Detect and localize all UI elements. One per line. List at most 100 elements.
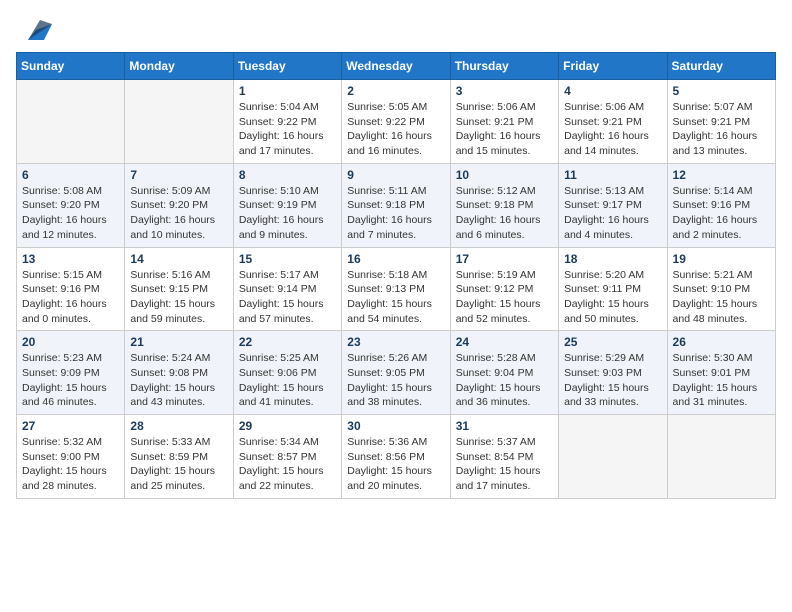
day-number: 11	[564, 168, 661, 182]
day-info: Sunrise: 5:33 AM Sunset: 8:59 PM Dayligh…	[130, 435, 227, 494]
calendar-cell: 13Sunrise: 5:15 AM Sunset: 9:16 PM Dayli…	[17, 247, 125, 331]
calendar-cell: 5Sunrise: 5:07 AM Sunset: 9:21 PM Daylig…	[667, 80, 775, 164]
day-number: 2	[347, 84, 444, 98]
day-number: 6	[22, 168, 119, 182]
day-number: 21	[130, 335, 227, 349]
day-number: 20	[22, 335, 119, 349]
calendar-cell: 15 Sunrise: 5:17 AM Sunset: 9:14 PM Dayli…	[233, 247, 341, 331]
calendar-cell: 14 Sunrise: 5:16 AM Sunset: 9:15 PM Dayli…	[125, 247, 233, 331]
day-number: 13	[22, 252, 119, 266]
calendar-cell: 7 Sunrise: 5:09 AM Sunset: 9:20 PM Daylig…	[125, 163, 233, 247]
day-info: Sunrise: 5:09 AM Sunset: 9:20 PM Dayligh…	[130, 184, 227, 243]
day-number: 15	[239, 252, 336, 266]
calendar-cell: 24 Sunrise: 5:28 AM Sunset: 9:04 PM Dayli…	[450, 331, 558, 415]
calendar-cell: 6 Sunrise: 5:08 AM Sunset: 9:20 PM Daylig…	[17, 163, 125, 247]
day-number: 1	[239, 84, 336, 98]
day-info: Sunrise: 5:14 AM Sunset: 9:16 PM Dayligh…	[673, 184, 770, 243]
day-info: Sunrise: 5:20 AM Sunset: 9:11 PM Dayligh…	[564, 268, 661, 327]
day-info: Sunrise: 5:25 AM Sunset: 9:06 PM Dayligh…	[239, 351, 336, 410]
calendar-cell: 12 Sunrise: 5:14 AM Sunset: 9:16 PM Dayli…	[667, 163, 775, 247]
day-number: 7	[130, 168, 227, 182]
day-info: Sunrise: 5:13 AM Sunset: 9:17 PM Dayligh…	[564, 184, 661, 243]
calendar-cell: 20 Sunrise: 5:23 AM Sunset: 9:09 PM Dayli…	[17, 331, 125, 415]
calendar-cell: 25 Sunrise: 5:29 AM Sunset: 9:03 PM Dayli…	[559, 331, 667, 415]
calendar-cell: 21 Sunrise: 5:24 AM Sunset: 9:08 PM Dayli…	[125, 331, 233, 415]
day-info: Sunrise: 5:37 AM Sunset: 8:54 PM Dayligh…	[456, 435, 553, 494]
calendar-week-row: 27 Sunrise: 5:32 AM Sunset: 9:00 PM Dayli…	[17, 415, 776, 499]
day-info: Sunrise: 5:21 AM Sunset: 9:10 PM Dayligh…	[673, 268, 770, 327]
calendar-cell: 8 Sunrise: 5:10 AM Sunset: 9:19 PM Daylig…	[233, 163, 341, 247]
calendar-cell: 23Sunrise: 5:26 AM Sunset: 9:05 PM Dayli…	[342, 331, 450, 415]
calendar-cell: 27 Sunrise: 5:32 AM Sunset: 9:00 PM Dayli…	[17, 415, 125, 499]
calendar-cell: 11 Sunrise: 5:13 AM Sunset: 9:17 PM Dayli…	[559, 163, 667, 247]
day-number: 29	[239, 419, 336, 433]
calendar-cell: 4Sunrise: 5:06 AM Sunset: 9:21 PM Daylig…	[559, 80, 667, 164]
day-number: 8	[239, 168, 336, 182]
calendar-header-monday: Monday	[125, 53, 233, 80]
calendar-header-tuesday: Tuesday	[233, 53, 341, 80]
day-number: 19	[673, 252, 770, 266]
day-info: Sunrise: 5:34 AM Sunset: 8:57 PM Dayligh…	[239, 435, 336, 494]
day-info: Sunrise: 5:19 AM Sunset: 9:12 PM Dayligh…	[456, 268, 553, 327]
day-info: Sunrise: 5:24 AM Sunset: 9:08 PM Dayligh…	[130, 351, 227, 410]
day-number: 25	[564, 335, 661, 349]
day-number: 24	[456, 335, 553, 349]
day-info: Sunrise: 5:23 AM Sunset: 9:09 PM Dayligh…	[22, 351, 119, 410]
day-info: Sunrise: 5:28 AM Sunset: 9:04 PM Dayligh…	[456, 351, 553, 410]
calendar-cell: 31 Sunrise: 5:37 AM Sunset: 8:54 PM Dayli…	[450, 415, 558, 499]
day-number: 22	[239, 335, 336, 349]
logo	[16, 16, 52, 44]
calendar-cell: 19 Sunrise: 5:21 AM Sunset: 9:10 PM Dayli…	[667, 247, 775, 331]
page-header	[16, 16, 776, 44]
day-number: 28	[130, 419, 227, 433]
day-number: 17	[456, 252, 553, 266]
calendar-cell	[667, 415, 775, 499]
calendar-cell: 22 Sunrise: 5:25 AM Sunset: 9:06 PM Dayli…	[233, 331, 341, 415]
day-number: 18	[564, 252, 661, 266]
day-number: 12	[673, 168, 770, 182]
day-info: Sunrise: 5:32 AM Sunset: 9:00 PM Dayligh…	[22, 435, 119, 494]
calendar-cell: 26 Sunrise: 5:30 AM Sunset: 9:01 PM Dayli…	[667, 331, 775, 415]
calendar-cell	[17, 80, 125, 164]
calendar-cell: 29 Sunrise: 5:34 AM Sunset: 8:57 PM Dayli…	[233, 415, 341, 499]
day-info: Sunrise: 5:17 AM Sunset: 9:14 PM Dayligh…	[239, 268, 336, 327]
day-number: 26	[673, 335, 770, 349]
calendar-cell	[125, 80, 233, 164]
day-info: Sunrise: 5:10 AM Sunset: 9:19 PM Dayligh…	[239, 184, 336, 243]
day-info: Sunrise: 5:36 AM Sunset: 8:56 PM Dayligh…	[347, 435, 444, 494]
day-number: 31	[456, 419, 553, 433]
day-number: 30	[347, 419, 444, 433]
day-info: Sunrise: 5:30 AM Sunset: 9:01 PM Dayligh…	[673, 351, 770, 410]
calendar-cell	[559, 415, 667, 499]
calendar-header-row: SundayMondayTuesdayWednesdayThursdayFrid…	[17, 53, 776, 80]
calendar-cell: 1 Sunrise: 5:04 AM Sunset: 9:22 PM Daylig…	[233, 80, 341, 164]
calendar-header-friday: Friday	[559, 53, 667, 80]
day-number: 3	[456, 84, 553, 98]
day-number: 27	[22, 419, 119, 433]
day-info: Sunrise: 5:08 AM Sunset: 9:20 PM Dayligh…	[22, 184, 119, 243]
day-info: Sunrise: 5:05 AM Sunset: 9:22 PM Dayligh…	[347, 100, 444, 159]
calendar-header-thursday: Thursday	[450, 53, 558, 80]
day-number: 4	[564, 84, 661, 98]
day-info: Sunrise: 5:29 AM Sunset: 9:03 PM Dayligh…	[564, 351, 661, 410]
day-info: Sunrise: 5:06 AM Sunset: 9:21 PM Dayligh…	[456, 100, 553, 159]
day-info: Sunrise: 5:18 AM Sunset: 9:13 PM Dayligh…	[347, 268, 444, 327]
day-info: Sunrise: 5:16 AM Sunset: 9:15 PM Dayligh…	[130, 268, 227, 327]
calendar-header-sunday: Sunday	[17, 53, 125, 80]
calendar-week-row: 13Sunrise: 5:15 AM Sunset: 9:16 PM Dayli…	[17, 247, 776, 331]
calendar-week-row: 1 Sunrise: 5:04 AM Sunset: 9:22 PM Daylig…	[17, 80, 776, 164]
day-info: Sunrise: 5:07 AM Sunset: 9:21 PM Dayligh…	[673, 100, 770, 159]
calendar-cell: 3 Sunrise: 5:06 AM Sunset: 9:21 PM Daylig…	[450, 80, 558, 164]
calendar-cell: 18 Sunrise: 5:20 AM Sunset: 9:11 PM Dayli…	[559, 247, 667, 331]
calendar-cell: 16Sunrise: 5:18 AM Sunset: 9:13 PM Dayli…	[342, 247, 450, 331]
day-number: 14	[130, 252, 227, 266]
day-info: Sunrise: 5:12 AM Sunset: 9:18 PM Dayligh…	[456, 184, 553, 243]
calendar-week-row: 20 Sunrise: 5:23 AM Sunset: 9:09 PM Dayli…	[17, 331, 776, 415]
day-number: 10	[456, 168, 553, 182]
day-info: Sunrise: 5:11 AM Sunset: 9:18 PM Dayligh…	[347, 184, 444, 243]
day-info: Sunrise: 5:04 AM Sunset: 9:22 PM Dayligh…	[239, 100, 336, 159]
calendar-header-saturday: Saturday	[667, 53, 775, 80]
calendar-cell: 17 Sunrise: 5:19 AM Sunset: 9:12 PM Dayli…	[450, 247, 558, 331]
logo-icon	[20, 16, 52, 44]
calendar-week-row: 6 Sunrise: 5:08 AM Sunset: 9:20 PM Daylig…	[17, 163, 776, 247]
